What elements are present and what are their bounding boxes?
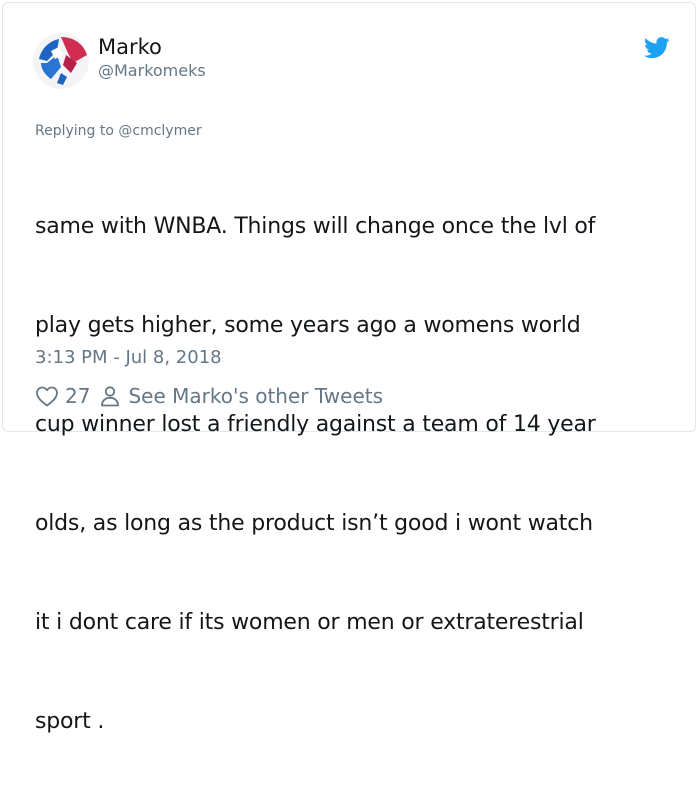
tweet-actions: 27 See Marko's other Tweets xyxy=(35,381,383,411)
tweet-text-line: olds, as long as the product isn’t good … xyxy=(35,511,593,536)
twitter-bird-icon[interactable] xyxy=(644,37,670,59)
tweet-text-line: it i dont care if its women or men or ex… xyxy=(35,610,584,635)
tweet-text-line: cup winner lost a friendly against a tea… xyxy=(35,412,596,437)
tweet-text-line: sport . xyxy=(35,709,105,734)
tweet-text: same with WNBA. Things will change once … xyxy=(35,144,675,804)
tweet-timestamp[interactable]: 3:13 PM - Jul 8, 2018 xyxy=(35,347,222,368)
like-count[interactable]: 27 xyxy=(65,384,90,408)
author-name[interactable]: Marko xyxy=(98,35,162,59)
person-icon xyxy=(100,385,120,407)
tweet-text-line: same with WNBA. Things will change once … xyxy=(35,214,596,239)
replying-to[interactable]: Replying to @cmclymer xyxy=(35,123,202,139)
tweet-card: Marko @Markomeks Replying to @cmclymer s… xyxy=(2,2,696,734)
author-handle[interactable]: @Markomeks xyxy=(98,61,206,80)
tweet-text-line: play gets higher, some years ago a women… xyxy=(35,313,581,338)
avatar[interactable] xyxy=(33,33,89,89)
other-tweets-link[interactable]: See Marko's other Tweets xyxy=(128,384,383,408)
heart-icon[interactable] xyxy=(35,385,59,407)
